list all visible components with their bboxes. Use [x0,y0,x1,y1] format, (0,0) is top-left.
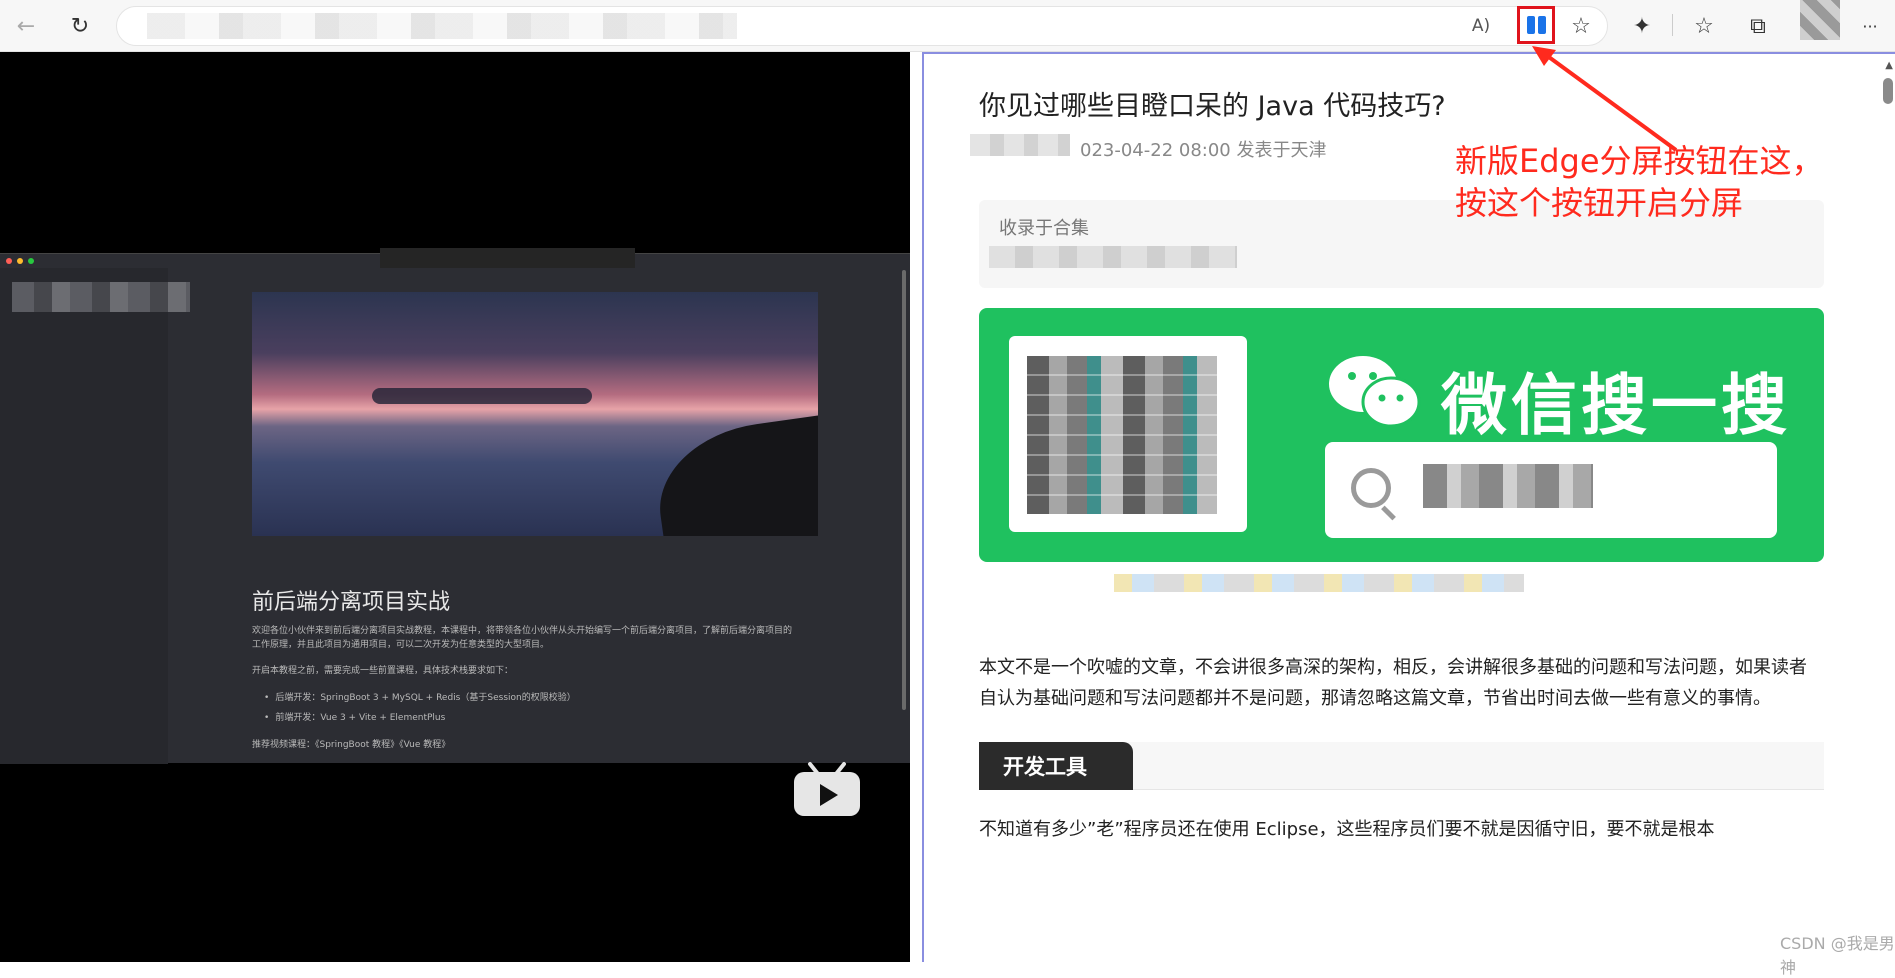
read-aloud-icon: A) [1471,16,1491,36]
toolbar-divider [1672,14,1673,36]
section-heading: 开发工具 [979,742,1824,790]
profile-avatar[interactable] [1800,0,1840,40]
section-heading-label: 开发工具 [979,742,1133,790]
video-doc-recommend: 推荐视频课程：《SpringBoot 教程》《Vue 教程》 [252,740,451,750]
author-blurred [970,134,1070,156]
cloud-band [372,388,592,404]
collections-button[interactable]: ⧉ [1740,8,1776,44]
video-window-title-blur [380,248,635,268]
more-icon: ··· [1862,16,1878,36]
address-bar[interactable]: A) ☆ [116,6,1608,46]
address-blurred-url [147,13,737,39]
qr-code-blurred [1027,356,1217,514]
banner-caption-blurred [1114,574,1524,592]
wechat-logo-icon [1329,356,1421,428]
add-favorite-button[interactable]: ☆ [1563,8,1599,44]
video-doc-paragraph-2: 开启本教程之前，需要完成一些前置课程，具体技术栈要求如下： [252,666,514,676]
scrollbar-thumb[interactable] [1883,78,1893,104]
article-paragraph: 不知道有多少”老”程序员还在使用 Eclipse，这些程序员们要不就是因循守旧，… [979,819,1715,840]
collection-label: 收录于合集 [999,218,1089,239]
puzzle-icon: ✦ [1632,13,1652,39]
star-plus-icon: ☆ [1571,13,1591,39]
search-icon [1351,468,1391,508]
wechat-search-box [1325,442,1777,538]
scroll-up-icon[interactable]: ▲ [1885,60,1893,71]
qr-code-card [1009,336,1247,532]
sidebar-blurred-title [12,282,190,312]
close-dot-icon [6,258,12,264]
search-blurred-text [1423,464,1593,508]
video-doc-scrollbar [902,270,906,710]
shore-rocks [649,414,818,536]
reload-icon: ↻ [70,13,90,39]
sunset-seascape-image [252,292,818,536]
window-controls [6,258,34,264]
video-doc-paragraph-1a: 欢迎各位小伙伴来到前后端分离项目实战教程，本课程中，将带领各位小伙伴从头开始编写… [252,626,793,636]
back-button[interactable]: ← [8,8,44,44]
minimize-dot-icon [17,258,23,264]
more-button[interactable]: ··· [1852,8,1888,44]
annotation-line-1: 新版Edge分屏按钮在这， [1455,142,1824,180]
bilibili-play-icon[interactable] [792,760,862,818]
extensions-button[interactable]: ✦ [1624,8,1660,44]
wechat-search-banner: 微信搜一搜 [979,308,1824,562]
annotation-line-2: 按这个按钮开启分屏 [1455,184,1744,222]
maximize-dot-icon [28,258,34,264]
video-doc-heading: 前后端分离项目实战 [252,590,451,615]
video-doc-paragraph-1b: 工作原理，并且此项目为通用项目，可以二次开发为任意类型的大型项目。 [252,640,550,650]
video-doc-list-item: 前端开发：Vue 3 + Vite + ElementPlus [264,710,445,723]
favorites-icon: ☆ [1694,13,1714,39]
split-screen-button[interactable] [1517,6,1555,44]
back-arrow-icon: ← [16,13,36,39]
collection-blurred-name [989,246,1237,268]
split-screen-icon [1526,16,1546,34]
article-intro: 本文不是一个吹嘘的文章，不会讲很多高深的架构，相反，会讲解很多基础的问题和写法问… [979,657,1807,709]
reload-button[interactable]: ↻ [62,8,98,44]
left-split-pane[interactable]: 前后端分离项目实战 欢迎各位小伙伴来到前后端分离项目实战教程，本课程中，将带领各… [0,52,910,962]
video-doc-list-item: 后端开发：SpringBoot 3 + MySQL + Redis（基于Sess… [264,690,575,703]
read-aloud-button[interactable]: A) [1463,8,1499,44]
video-player[interactable]: 前后端分离项目实战 欢迎各位小伙伴来到前后端分离项目实战教程，本课程中，将带领各… [0,248,910,764]
article-meta: 023-04-22 08:00 发表于天津 [1080,140,1327,161]
watermark: CSDN @我是男神 [1780,934,1895,977]
split-screen-annotation: 新版Edge分屏按钮在这， 按这个按钮开启分屏 [1455,140,1824,224]
annotation-arrow-icon [1532,46,1678,152]
wechat-search-title: 微信搜一搜 [1441,367,1791,444]
article-title: 你见过哪些目瞪口呆的 Java 代码技巧? [979,91,1446,122]
collections-icon: ⧉ [1750,13,1766,39]
favorites-button[interactable]: ☆ [1686,8,1722,44]
video-doc-sidebar [0,268,190,764]
